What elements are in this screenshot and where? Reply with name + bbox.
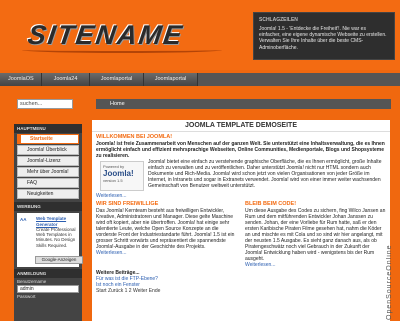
ad-marker-icon: AA	[20, 217, 27, 222]
headline-box: SCHLAGZEILEN Joomla! 1.5 - 'Entdecke die…	[253, 12, 395, 60]
joomla-logo: Powered by Joomla! version 1.5	[100, 161, 144, 191]
username-label: Benutzername	[17, 279, 47, 284]
read-more-link-3[interactable]: Weiterlesen...	[245, 262, 386, 268]
read-more-link[interactable]: Weiterlesen...	[96, 193, 386, 199]
breadcrumb-home[interactable]: Home	[110, 101, 125, 107]
header: SITENAME SCHLAGZEILEN Joomla! 1.5 - 'Ent…	[0, 0, 400, 70]
ad-heading: WERBUNG	[14, 202, 82, 211]
google-ads-button[interactable]: Google-Anzeigen	[35, 256, 83, 264]
page: SITENAME SCHLAGZEILEN Joomla! 1.5 - 'Ent…	[0, 0, 400, 321]
login-heading: ANMELDUNG	[14, 269, 82, 278]
sidebar-item-faq[interactable]: FAQ	[17, 178, 79, 188]
sidebar-item-startseite[interactable]: Startseite	[17, 134, 79, 144]
code-text: Um diese Ausgabe des Codes zu sichern, f…	[245, 208, 386, 262]
tab-joomla24[interactable]: Joomla24	[42, 73, 90, 86]
headline-title: SCHLAGZEILEN	[259, 17, 298, 23]
breadcrumb: Home	[96, 99, 391, 109]
sidebar-item-lizenz[interactable]: Joomla!-Lizenz	[17, 156, 79, 166]
logo-version: version 1.5	[103, 178, 123, 183]
top-navigation: JoomlaOS Joomla24 Joomlaportal Joomlapor…	[0, 73, 400, 86]
tab-joomlaportal[interactable]: Joomlaportal	[90, 73, 144, 86]
sidebar-item-mehr[interactable]: Mehr über Joomla!	[17, 167, 79, 177]
password-label: Passwort	[17, 294, 36, 299]
sidebar-item-neuigkeiten[interactable]: Neuigkeiten	[17, 189, 79, 199]
code-heading[interactable]: BLEIB BEIM CODE!	[245, 201, 386, 208]
ad-box: AA Web Template Generator Create Profess…	[17, 213, 83, 267]
search-input[interactable]: suchen...	[17, 99, 73, 109]
article-volunteers: WIR SIND FREIWILLIGE Das Joomla! Kerntea…	[96, 201, 237, 268]
welcome-section: WILLKOMMEN BEI JOOMLA! Joomla! ist freie…	[92, 132, 390, 201]
article-code: BLEIB BEIM CODE! Um diese Ausgabe des Co…	[245, 201, 386, 268]
pagination[interactable]: Start Zurück 1 2 Weiter Ende	[96, 288, 386, 294]
read-more-link-2[interactable]: Weiterlesen...	[96, 250, 237, 256]
article-columns: WIR SIND FREIWILLIGE Das Joomla! Kerntea…	[92, 201, 390, 268]
username-field[interactable]: admin	[17, 285, 79, 293]
volunteers-heading[interactable]: WIR SIND FREIWILLIGE	[96, 201, 237, 208]
main-content: JOOMLA TEMPLATE DEMOSEITE WILLKOMMEN BEI…	[92, 120, 390, 321]
site-logo[interactable]: SITENAME	[26, 20, 240, 50]
sidebar: HAUPTMENU Startseite Joomla! Überblick J…	[14, 124, 83, 321]
welcome-heading[interactable]: WILLKOMMEN BEI JOOMLA!	[96, 134, 386, 141]
logo-name: Joomla!	[103, 169, 134, 178]
sidebar-heading: HAUPTMENU	[14, 124, 82, 133]
headline-text: Joomla! 1.5 - 'Entdecke die Freiheit'!. …	[259, 26, 387, 51]
logo-swoosh	[22, 47, 222, 53]
tab-joomlaportal-2[interactable]: Joomlaportal	[144, 73, 198, 86]
welcome-intro: Joomla! ist freie Zusammenarbeit von Men…	[96, 141, 385, 159]
volunteers-text: Das Joomla! Kernteam besteht aus freiwil…	[96, 208, 235, 250]
ad-title-link[interactable]: Web Template Generator	[36, 216, 76, 227]
tab-joomlaos[interactable]: JoomlaOS	[0, 73, 42, 86]
ad-text: Create Professional Web Templates in Min…	[36, 227, 76, 248]
vertical-watermark: OpenSourceOnline	[386, 244, 393, 320]
more-articles: Weitere Beiträge... Für was ist die FTP-…	[92, 268, 390, 296]
page-title: JOOMLA TEMPLATE DEMOSEITE	[92, 120, 390, 132]
search-bar: suchen... Home	[0, 96, 400, 110]
sidebar-item-ueberblick[interactable]: Joomla! Überblick	[17, 145, 79, 155]
